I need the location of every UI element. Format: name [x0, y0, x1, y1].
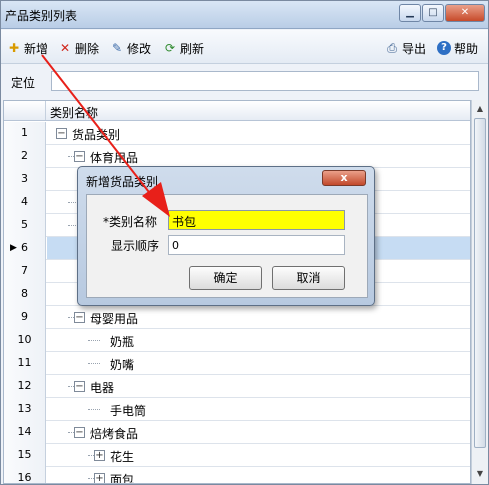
category-name: 面包 [110, 473, 135, 484]
column-header-category-name[interactable]: 类别名称 [50, 104, 98, 121]
grid-header: 类别名称 [4, 101, 470, 121]
delete-x-icon: ✕ [59, 41, 71, 55]
refresh-label: 刷新 [180, 41, 205, 56]
delete-label: 删除 [75, 41, 100, 56]
table-row[interactable]: 13 手电筒 [4, 398, 470, 421]
category-name: 焙烤食品 [90, 427, 139, 441]
row-number-header [4, 101, 46, 120]
table-row[interactable]: 1− 货品类别 [4, 122, 470, 145]
title-bar: 产品类别列表 ▁ □ ✕ [1, 1, 488, 29]
table-row[interactable]: 16 + 面包 [4, 467, 470, 484]
category-name: 电器 [90, 381, 115, 395]
category-name: 手电筒 [110, 404, 147, 418]
locate-row: 定位 [1, 65, 488, 97]
scroll-up-icon[interactable]: ▲ [473, 101, 487, 117]
help-label: 帮助 [454, 41, 479, 56]
table-row[interactable]: 2 − 体育用品 [4, 145, 470, 168]
export-label: 导出 [402, 41, 427, 56]
table-row[interactable]: 15 + 花生 [4, 444, 470, 467]
expand-icon[interactable]: + [94, 473, 105, 483]
edit-label: 修改 [127, 41, 152, 56]
table-row[interactable]: 14 − 焙烤食品 [4, 421, 470, 444]
collapse-icon[interactable]: − [74, 312, 85, 323]
table-row[interactable]: 10 奶瓶 [4, 329, 470, 352]
collapse-icon[interactable]: − [74, 151, 85, 162]
row-number: 2 [4, 145, 46, 168]
minimize-button[interactable]: ▁ [399, 4, 421, 22]
add-button[interactable]: ✚ 新增 [7, 39, 48, 57]
category-name: 奶瓶 [110, 335, 135, 349]
category-name: 花生 [110, 450, 135, 464]
scroll-thumb[interactable] [474, 118, 486, 448]
toolbar: ✚ 新增 ✕ 删除 ✎ 修改 ⟳ 刷新 ⎙ 导出 ? 帮助 [1, 30, 488, 64]
row-number: 8 [4, 283, 46, 306]
row-number: 1 [4, 122, 46, 145]
row-number: 16 [4, 467, 46, 483]
export-button[interactable]: ⎙ 导出 [385, 39, 426, 57]
locate-label: 定位 [11, 76, 36, 90]
collapse-icon[interactable]: − [74, 381, 85, 392]
row-number: 4 [4, 191, 46, 214]
plus-icon: ✚ [8, 41, 20, 55]
category-name: 货品类别 [72, 128, 121, 142]
dialog-body: *类别名称 书包 显示顺序 0 确定 取消 [86, 194, 368, 298]
collapse-icon[interactable]: − [74, 427, 85, 438]
display-order-input[interactable]: 0 [168, 235, 345, 255]
table-row[interactable]: 11 奶嘴 [4, 352, 470, 375]
edit-icon: ✎ [111, 41, 123, 55]
refresh-icon: ⟳ [164, 41, 176, 55]
row-number: 7 [4, 260, 46, 283]
row-number: 11 [4, 352, 46, 375]
table-row[interactable]: 9 − 母婴用品 [4, 306, 470, 329]
current-row-indicator-icon: ▶ [10, 243, 17, 253]
dialog-close-button[interactable]: x [322, 170, 366, 186]
category-name: 母婴用品 [90, 312, 139, 326]
expand-icon[interactable]: + [94, 450, 105, 461]
export-icon: ⎙ [387, 41, 397, 55]
close-button[interactable]: ✕ [445, 4, 485, 22]
row-number: 5 [4, 214, 46, 237]
category-name-input[interactable]: 书包 [168, 210, 345, 230]
row-number: 14 [4, 421, 46, 444]
category-name: 奶嘴 [110, 358, 135, 372]
window-title: 产品类别列表 [5, 9, 78, 23]
dialog-title: 新增货品类别 [86, 175, 159, 189]
row-number: 3 [4, 168, 46, 191]
delete-button[interactable]: ✕ 删除 [58, 39, 99, 57]
vertical-scrollbar[interactable]: ▲ ▼ [471, 100, 488, 484]
edit-button[interactable]: ✎ 修改 [110, 39, 151, 57]
collapse-icon[interactable]: − [56, 128, 67, 139]
table-row[interactable]: 12 − 电器 [4, 375, 470, 398]
help-button[interactable]: ? 帮助 [437, 39, 478, 57]
maximize-button[interactable]: □ [422, 4, 444, 22]
locate-input[interactable] [51, 71, 479, 91]
row-number: 12 [4, 375, 46, 398]
category-name-label: *类别名称 [103, 215, 158, 229]
display-order-label: 显示顺序 [111, 239, 160, 253]
cancel-button[interactable]: 取消 [272, 266, 345, 290]
add-label: 新增 [24, 41, 49, 56]
row-number: 10 [4, 329, 46, 352]
scroll-down-icon[interactable]: ▼ [473, 466, 487, 482]
category-name: 体育用品 [90, 151, 139, 165]
tree-connector [88, 363, 100, 364]
refresh-button[interactable]: ⟳ 刷新 [163, 39, 204, 57]
help-icon: ? [437, 41, 451, 55]
row-number: 15 [4, 444, 46, 467]
new-category-dialog: 新增货品类别 x *类别名称 书包 显示顺序 0 确定 取消 [77, 166, 375, 306]
row-number: 9 [4, 306, 46, 329]
tree-connector [88, 409, 100, 410]
ok-button[interactable]: 确定 [189, 266, 262, 290]
tree-connector [88, 340, 100, 341]
row-number: 13 [4, 398, 46, 421]
